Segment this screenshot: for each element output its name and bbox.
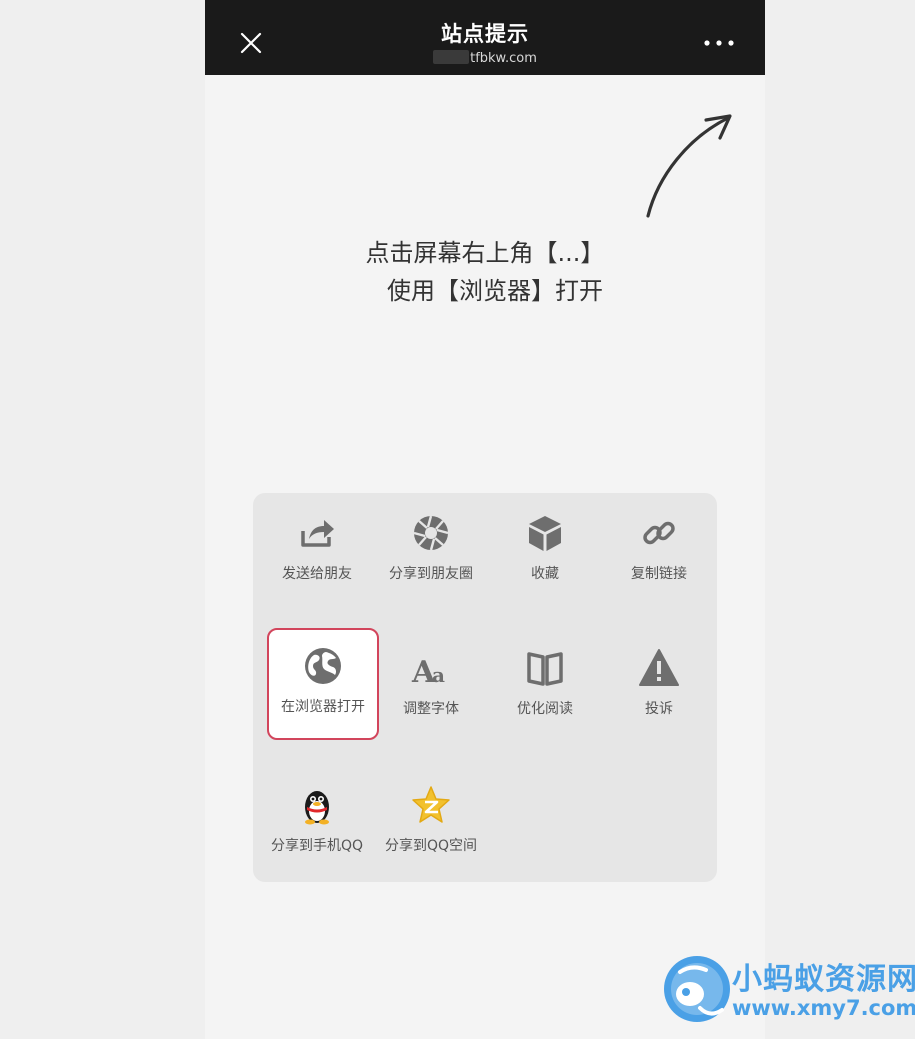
menu-item-label: 收藏 [531,566,559,582]
qq-penguin-icon [305,791,329,825]
watermark-name: 小蚂蚁资源网 [732,962,915,997]
menu-item-copy-link[interactable]: 复制链接 [602,513,716,583]
menu-item-adjust-font[interactable]: A a 调整字体 [374,648,488,718]
menu-item-favorite[interactable]: 收藏 [488,513,602,583]
menu-item-label: 复制链接 [631,566,687,582]
font-size-icon: A a [411,655,445,688]
menu-item-label: 投诉 [645,701,673,717]
more-dots-icon[interactable] [703,38,735,48]
menu-item-optimize-reading[interactable]: 优化阅读 [488,648,602,718]
menu-item-share-qq[interactable]: 分享到手机QQ [260,785,374,855]
menu-item-label: 分享到手机QQ [270,838,364,854]
top-bar: 站点提示 tfbkw.com [205,0,765,75]
ant-logo-icon [664,956,730,1022]
share-forward-icon [301,520,334,547]
menu-item-share-moments[interactable]: 分享到朋友圈 [374,513,488,583]
favorite-cube-icon [529,516,561,551]
menu-item-label: 分享到朋友圈 [389,566,473,582]
watermark-url: www.xmy7.com [732,996,915,1020]
menu-item-label: 在浏览器打开 [281,699,365,715]
menu-item-label: 发送给朋友 [282,566,352,582]
hint-line-1: 点击屏幕右上角【...】 [365,239,605,267]
menu-item-label: 优化阅读 [517,701,573,717]
page-domain: tfbkw.com [205,50,765,66]
book-icon [527,652,563,686]
hint-arrow-icon [646,114,732,218]
domain-text: tfbkw.com [470,51,537,66]
svg-text:a: a [432,663,445,687]
link-icon [643,521,675,545]
page-title: 站点提示 [441,22,529,46]
menu-item-send-to-friend[interactable]: 发送给朋友 [260,513,374,583]
domain-redaction [433,50,470,64]
menu-item-complain[interactable]: 投诉 [602,648,716,718]
moments-aperture-icon [413,515,449,551]
warning-icon [639,649,679,686]
globe-icon [305,648,341,684]
browser-hint: 点击屏幕右上角【...】 使用【浏览器】打开 [205,234,765,310]
share-menu-panel: 发送给朋友 分享到朋友圈 收藏 复制链接 在浏览器打开 A a 调整字体 优化阅… [253,493,717,882]
menu-item-open-in-browser[interactable]: 在浏览器打开 [266,646,380,716]
menu-item-share-qzone[interactable]: 分享到QQ空间 [374,785,488,855]
menu-item-label: 调整字体 [403,701,459,717]
hint-line-2: 使用【浏览器】打开 [387,277,603,305]
qzone-star-icon [412,786,450,823]
watermark: 小蚂蚁资源网 www.xmy7.com [660,950,915,1030]
menu-item-label: 分享到QQ空间 [384,838,478,854]
